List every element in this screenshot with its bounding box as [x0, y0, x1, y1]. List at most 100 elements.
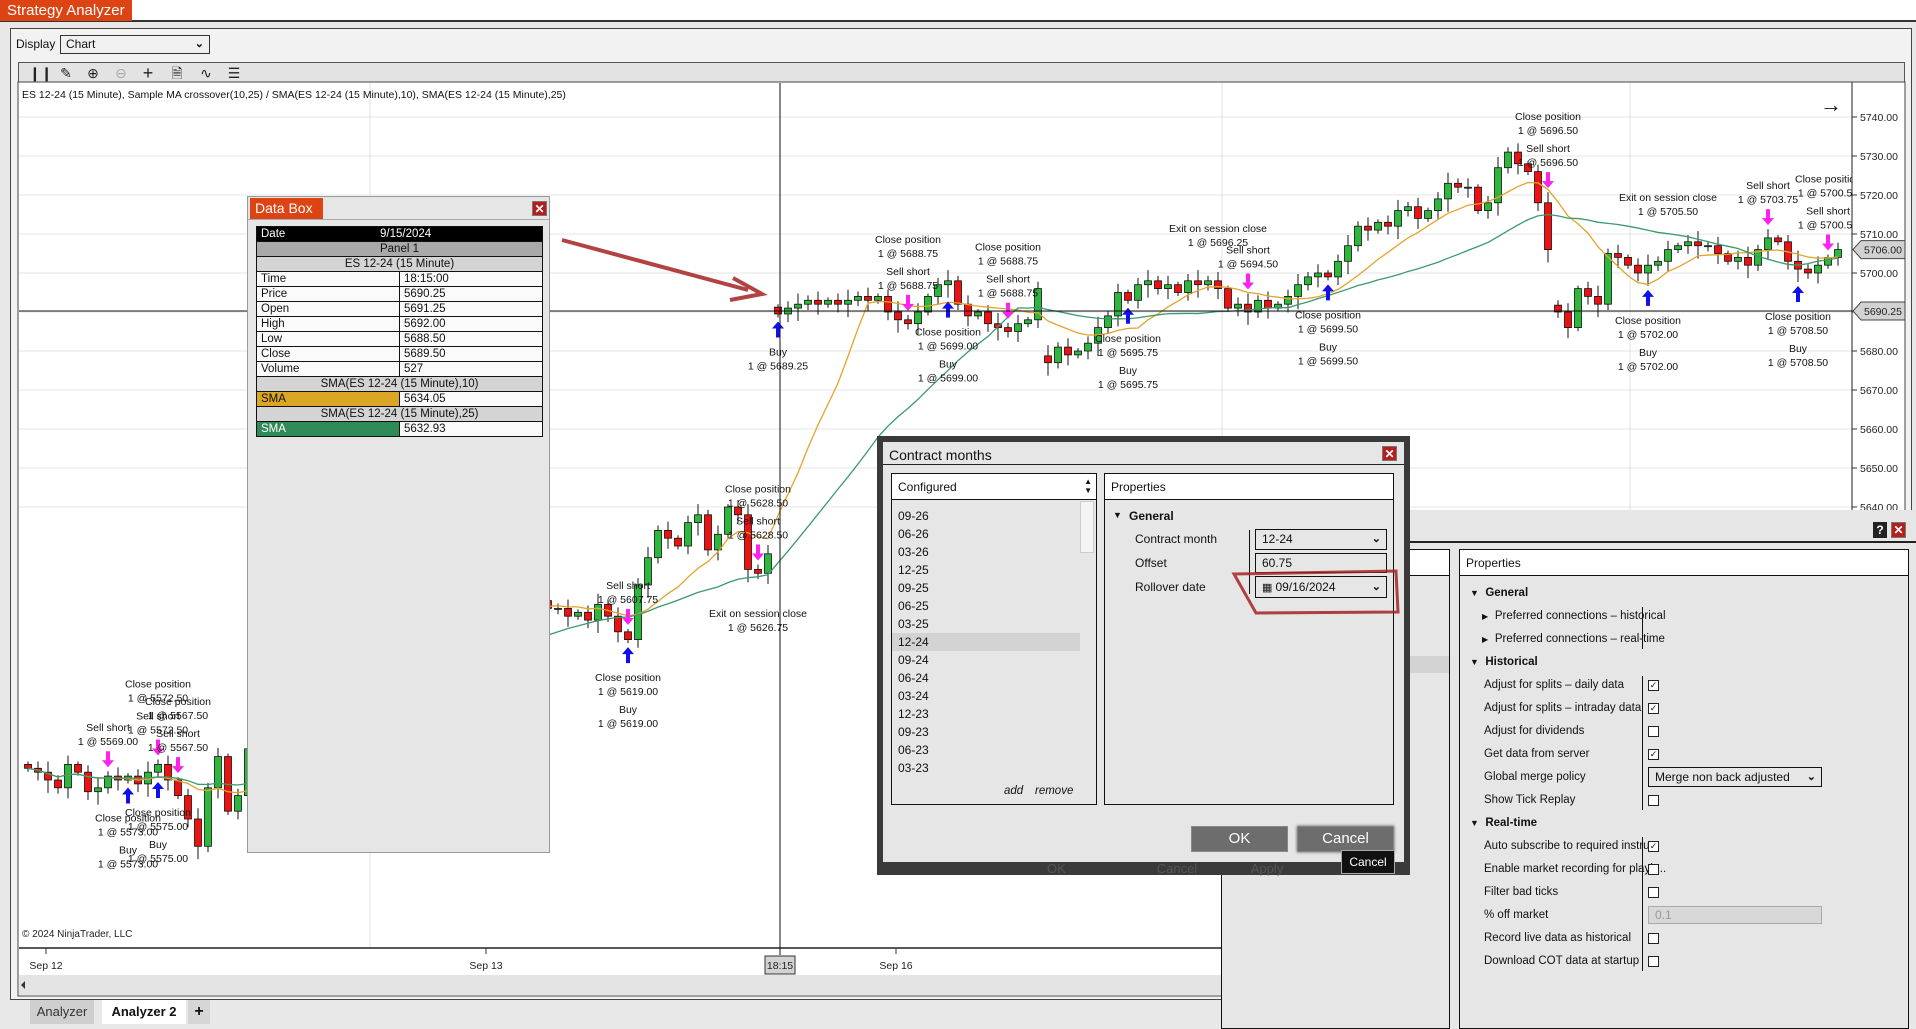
cancel-button[interactable]: Cancel [1297, 826, 1394, 852]
trade-action: Buy [149, 839, 168, 851]
offset-input[interactable]: 60.75 [1255, 553, 1387, 573]
data-box-label: Date [261, 228, 286, 240]
candle-body [1184, 280, 1192, 293]
contract-month-item[interactable]: 06-26 [892, 525, 1080, 543]
candle-body [1154, 280, 1162, 289]
contract-month-item[interactable]: 09-25 [892, 579, 1080, 597]
contract-month-item[interactable]: 12-25 [892, 561, 1080, 579]
collapse-icon[interactable]: ▼ [1113, 510, 1122, 520]
candle-body [1364, 225, 1372, 231]
contract-month-item[interactable]: 06-24 [892, 669, 1080, 687]
trade-action: Close position [125, 807, 191, 819]
sort-arrows-icon[interactable]: ▲ ▼ [1084, 477, 1092, 495]
checkbox[interactable] [1648, 933, 1659, 944]
contract-months-dialog[interactable]: Contract months ✕ Configured ▲ ▼ 09-26 06-… [877, 436, 1410, 875]
collapse-icon[interactable]: ▼ [1470, 657, 1479, 667]
rollover-date-picker[interactable]: ▦ 09/16/2024 ⌄ [1255, 576, 1387, 598]
y-tick-label: 5710.00 [1860, 229, 1898, 241]
collapse-icon[interactable]: ▼ [1470, 588, 1479, 598]
checkbox[interactable] [1648, 726, 1659, 737]
calendar-icon[interactable]: ▦ [1262, 582, 1275, 594]
contract-month-item[interactable]: 06-25 [892, 597, 1080, 615]
candle-body [1304, 276, 1312, 286]
trade-fill: 1 @ 5700.50 [1798, 187, 1858, 199]
column-divider [1642, 676, 1643, 810]
candle-body [1614, 253, 1622, 258]
contract-month-item[interactable]: 03-24 [892, 687, 1080, 705]
checkbox[interactable]: ✓ [1648, 680, 1659, 691]
checkbox[interactable]: ✓ [1648, 703, 1659, 714]
checkbox[interactable]: ✓ [1648, 841, 1659, 852]
candle-body [24, 764, 32, 769]
trade-action: Buy [1319, 341, 1338, 353]
contract-month-item[interactable]: 12-24 [892, 633, 1080, 651]
property-row: Adjust for splits – intraday data [1484, 697, 1641, 720]
properties-panel: Properties ▼ General ▶ Preferred connecti… [1459, 549, 1909, 1029]
checkbox[interactable] [1648, 864, 1659, 875]
collapse-icon[interactable]: ▼ [1470, 818, 1479, 828]
property-label: Adjust for dividends [1484, 725, 1585, 737]
checkbox[interactable]: ✓ [1648, 749, 1659, 760]
list-scrollbar-thumb[interactable] [1080, 501, 1094, 553]
contract-month-item[interactable]: 03-26 [892, 543, 1080, 561]
candle-body [1294, 284, 1302, 297]
global-merge-policy-select[interactable]: Merge non back adjusted ⌄ [1648, 767, 1822, 787]
candle-body [664, 530, 672, 539]
property-row: Get data from server [1484, 743, 1589, 766]
candle-body [1774, 237, 1782, 243]
property-label: Record live data as historical [1484, 932, 1632, 944]
expand-icon[interactable]: ▶ [1482, 612, 1495, 621]
checkbox[interactable] [1648, 887, 1659, 898]
y-tick-label: 5720.00 [1860, 190, 1898, 202]
property-label: Filter bad ticks [1484, 886, 1559, 898]
tab-analyzer[interactable]: Analyzer [30, 1000, 94, 1024]
candle-body [1194, 280, 1202, 286]
arrow-right-icon[interactable]: → [1820, 92, 1842, 117]
candle-body [1544, 202, 1552, 251]
candle-body [1704, 245, 1712, 248]
chart-header: ES 12-24 (15 Minute), Sample MA crossove… [22, 89, 566, 101]
candle-body [1314, 272, 1322, 278]
data-box-value: 9/15/2024 [380, 228, 432, 240]
contract-month-item[interactable]: 06-23 [892, 741, 1080, 759]
candle-body [94, 787, 102, 793]
crosshair-price-tag-text: 5690.25 [1864, 306, 1902, 318]
property-row: Download COT data at startup [1484, 950, 1639, 973]
candle-body [574, 611, 582, 617]
section-real-time[interactable]: ▼ Real-time [1470, 812, 1537, 835]
close-icon[interactable]: ✕ [532, 201, 547, 216]
trade-action: Close position [725, 484, 791, 496]
contract-month-item[interactable]: 03-25 [892, 615, 1080, 633]
candle-body [1224, 288, 1232, 309]
contract-month-item[interactable]: 09-23 [892, 723, 1080, 741]
add-link[interactable]: add [1004, 785, 1023, 797]
help-button[interactable]: ? [1873, 522, 1887, 538]
data-box-window[interactable]: Data Box ✕ Date 9/15/2024 Panel 1 ES 12-24 … [247, 196, 550, 853]
remove-link[interactable]: remove [1035, 785, 1073, 797]
section-general[interactable]: ▼ General [1470, 582, 1528, 605]
trade-fill: 1 @ 5688.75 [878, 280, 938, 292]
expand-icon[interactable]: ▶ [1482, 635, 1495, 644]
candle-body [1404, 206, 1412, 211]
configured-header: Configured [892, 474, 1096, 500]
section-historical[interactable]: ▼ Historical [1470, 651, 1538, 674]
tab-analyzer-2[interactable]: Analyzer 2 [102, 1000, 186, 1024]
candle-body [674, 537, 682, 547]
property-label: Auto subscribe to required instru... [1484, 840, 1660, 852]
checkbox[interactable] [1648, 795, 1659, 806]
checkbox[interactable] [1648, 956, 1659, 967]
contract-month-item[interactable]: 09-26 [892, 507, 1080, 525]
off-market-input[interactable]: 0.1 [1648, 906, 1822, 924]
contract-month-item[interactable]: 03-23 [892, 759, 1080, 777]
candle-body [584, 611, 592, 621]
contract-month-select[interactable]: 12-24 ⌄ [1255, 529, 1387, 550]
candle-body [764, 553, 772, 574]
candle-body [704, 514, 712, 551]
contract-month-item[interactable]: 09-24 [892, 651, 1080, 669]
close-icon[interactable]: ✕ [1382, 446, 1397, 461]
data-box-row-es-12-24-15-minute-: ES 12-24 (15 Minute) [256, 257, 543, 272]
contract-month-item[interactable]: 12-23 [892, 705, 1080, 723]
close-icon[interactable]: ✕ [1891, 522, 1906, 538]
ok-button[interactable]: OK [1191, 826, 1288, 852]
add-tab-button[interactable]: + [188, 1000, 210, 1024]
